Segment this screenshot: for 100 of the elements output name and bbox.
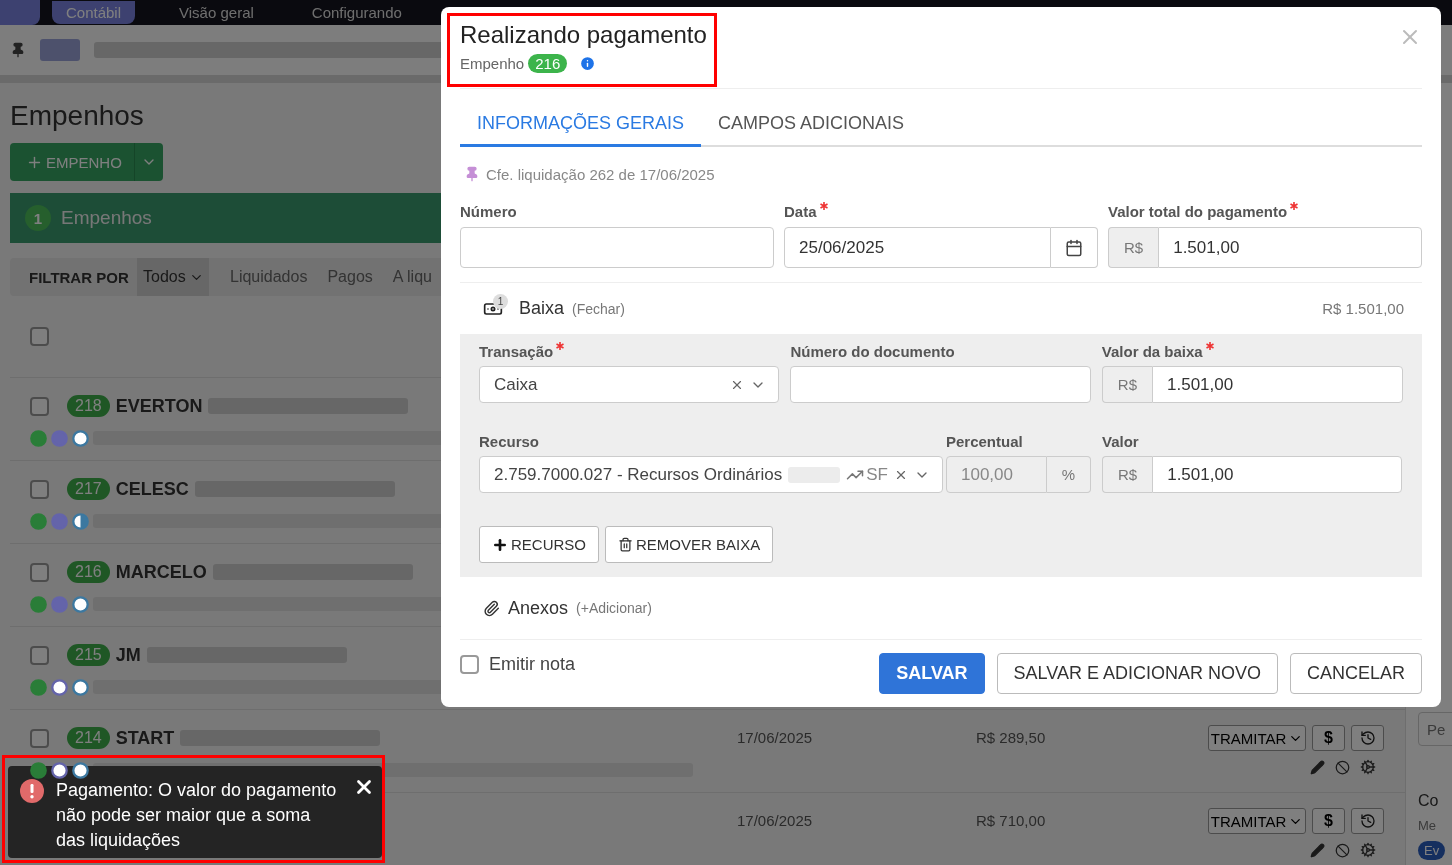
field-label: Percentual	[946, 432, 1024, 452]
row-checkbox[interactable]	[30, 645, 49, 665]
nav-item[interactable]: Configurando	[297, 1, 416, 24]
creditor-name: JM	[115, 644, 141, 666]
select-all-checkbox[interactable]	[30, 327, 49, 346]
info-icon[interactable]	[579, 55, 597, 72]
filter-option[interactable]: A liqu	[382, 258, 442, 296]
amount-cell-text: R$ 289,50	[976, 728, 1047, 748]
alert-icon	[20, 779, 44, 803]
row-checkbox[interactable]	[30, 562, 49, 582]
pay-button[interactable]: $	[1312, 808, 1345, 834]
creditor-name: START	[115, 727, 175, 749]
ban-icon[interactable]	[1335, 842, 1350, 858]
search-field[interactable]: Pe	[1418, 712, 1452, 746]
tramitar-dropdown[interactable]: TRAMITAR	[1208, 725, 1306, 751]
section-title: Anexos	[508, 597, 569, 619]
amount-field[interactable]: 1.501,00	[1152, 456, 1402, 493]
history-button[interactable]	[1351, 808, 1384, 834]
ban-icon[interactable]	[1335, 759, 1350, 775]
select-field[interactable]: Caixa	[479, 366, 780, 403]
remove-button[interactable]: REMOVER BAIXA	[605, 526, 774, 563]
select-field[interactable]: 2.759.7000.027 - Recursos Ordinários SF	[479, 456, 943, 493]
currency-prefix: R$	[1108, 227, 1159, 268]
dialog-subtitle: Empenho	[460, 55, 525, 72]
field-label: Valor total do pagamento	[1108, 202, 1422, 222]
save-button[interactable]: SALVAR	[879, 653, 985, 694]
plus-icon	[492, 536, 508, 553]
section-title: Baixa	[519, 298, 565, 319]
percent-suffix: %	[1046, 456, 1091, 493]
edit-icon[interactable]	[1310, 759, 1325, 775]
count-badge: 1	[493, 293, 508, 309]
row-checkbox[interactable]	[30, 396, 49, 416]
field-label: Valor	[1102, 432, 1140, 452]
page-title: Empenhos	[10, 99, 144, 133]
tab[interactable]: INFORMAÇÕES GERAIS	[460, 103, 702, 147]
currency-prefix: R$	[1102, 456, 1153, 493]
text-field[interactable]	[460, 227, 774, 268]
required-icon	[1290, 202, 1299, 210]
pin-icon	[464, 166, 480, 182]
card-tag: Ev	[1418, 841, 1446, 860]
blurred-logo	[40, 39, 80, 61]
creditor-name: MARCELO	[115, 561, 207, 583]
text-field[interactable]	[790, 366, 1091, 403]
required-icon	[819, 202, 828, 210]
nav-item[interactable]: Visão geral	[165, 1, 268, 24]
resource-tag: SF	[866, 464, 888, 485]
paperclip-icon	[483, 599, 500, 617]
calendar-button[interactable]	[1051, 227, 1098, 268]
number-badge: 216	[67, 561, 110, 583]
emit-note-checkbox[interactable]: Emitir nota	[460, 654, 576, 675]
pin-icon[interactable]	[10, 42, 26, 58]
reference-note: Cfe. liquidação 262 de 17/06/2025	[486, 165, 715, 183]
date-cell-text: 17/06/2025	[737, 728, 814, 748]
secondary-button[interactable]: SALVAR E ADICIONAR NOVO	[996, 653, 1278, 694]
section-total: R$ 1.501,00	[1322, 300, 1404, 317]
required-icon	[1205, 342, 1214, 350]
card-title: Co	[1418, 792, 1440, 810]
field-label: Número do documento	[790, 342, 956, 362]
filter-option[interactable]: Pagos	[317, 258, 383, 296]
count-badge: 1	[25, 205, 51, 231]
dialog-title: Realizando pagamento	[460, 21, 707, 49]
creditor-name: EVERTON	[115, 395, 203, 417]
tab[interactable]: CAMPOS ADICIONAIS	[701, 103, 922, 147]
toast-message: Pagamento: O valor do pagamento não pode ser maior que a soma das liquidações	[56, 779, 338, 852]
tramitar-dropdown[interactable]: TRAMITAR	[1208, 808, 1306, 834]
creditor-name: CELESC	[115, 478, 189, 500]
field-label: Valor da baixa	[1101, 342, 1403, 362]
collapse-link[interactable]: (Fechar)	[572, 300, 625, 317]
field-label: Recurso	[479, 432, 541, 452]
filter-option[interactable]: Liquidados	[220, 258, 318, 296]
currency-prefix: R$	[1101, 366, 1152, 403]
number-badge: 216	[528, 54, 568, 73]
number-badge: 215	[67, 644, 110, 666]
trash-icon	[618, 537, 633, 552]
amount-field[interactable]: 1.501,00	[1158, 227, 1422, 268]
calendar-icon	[1065, 238, 1083, 257]
field-label: Data	[784, 202, 1098, 222]
amount-field[interactable]: 1.501,00	[1152, 366, 1403, 403]
number-badge: 214	[67, 727, 110, 749]
history-icon	[1359, 813, 1376, 829]
amount-cell-text: R$ 710,00	[976, 811, 1047, 831]
add-link[interactable]: (+Adicionar)	[576, 600, 652, 616]
date-cell-text: 17/06/2025	[737, 811, 814, 831]
filter-label: FILTRAR POR	[28, 268, 130, 286]
add-resource-button[interactable]: RECURSO	[479, 526, 599, 563]
row-checkbox[interactable]	[30, 728, 49, 748]
gears-icon[interactable]	[1360, 759, 1376, 775]
history-button[interactable]	[1351, 725, 1384, 751]
card-subtitle: Me	[1418, 818, 1438, 833]
pay-button[interactable]: $	[1312, 725, 1345, 751]
field-label: Número	[460, 202, 518, 222]
history-icon	[1359, 730, 1376, 746]
date-field[interactable]: 25/06/2025	[784, 227, 1051, 268]
secondary-button[interactable]: CANCELAR	[1289, 653, 1422, 694]
row-checkbox[interactable]	[30, 479, 49, 499]
summary-label: Empenhos	[61, 207, 152, 229]
filter-option[interactable]: Todos	[137, 258, 209, 296]
gears-icon[interactable]	[1360, 842, 1376, 858]
edit-icon[interactable]	[1310, 842, 1325, 858]
number-badge: 217	[67, 478, 110, 500]
